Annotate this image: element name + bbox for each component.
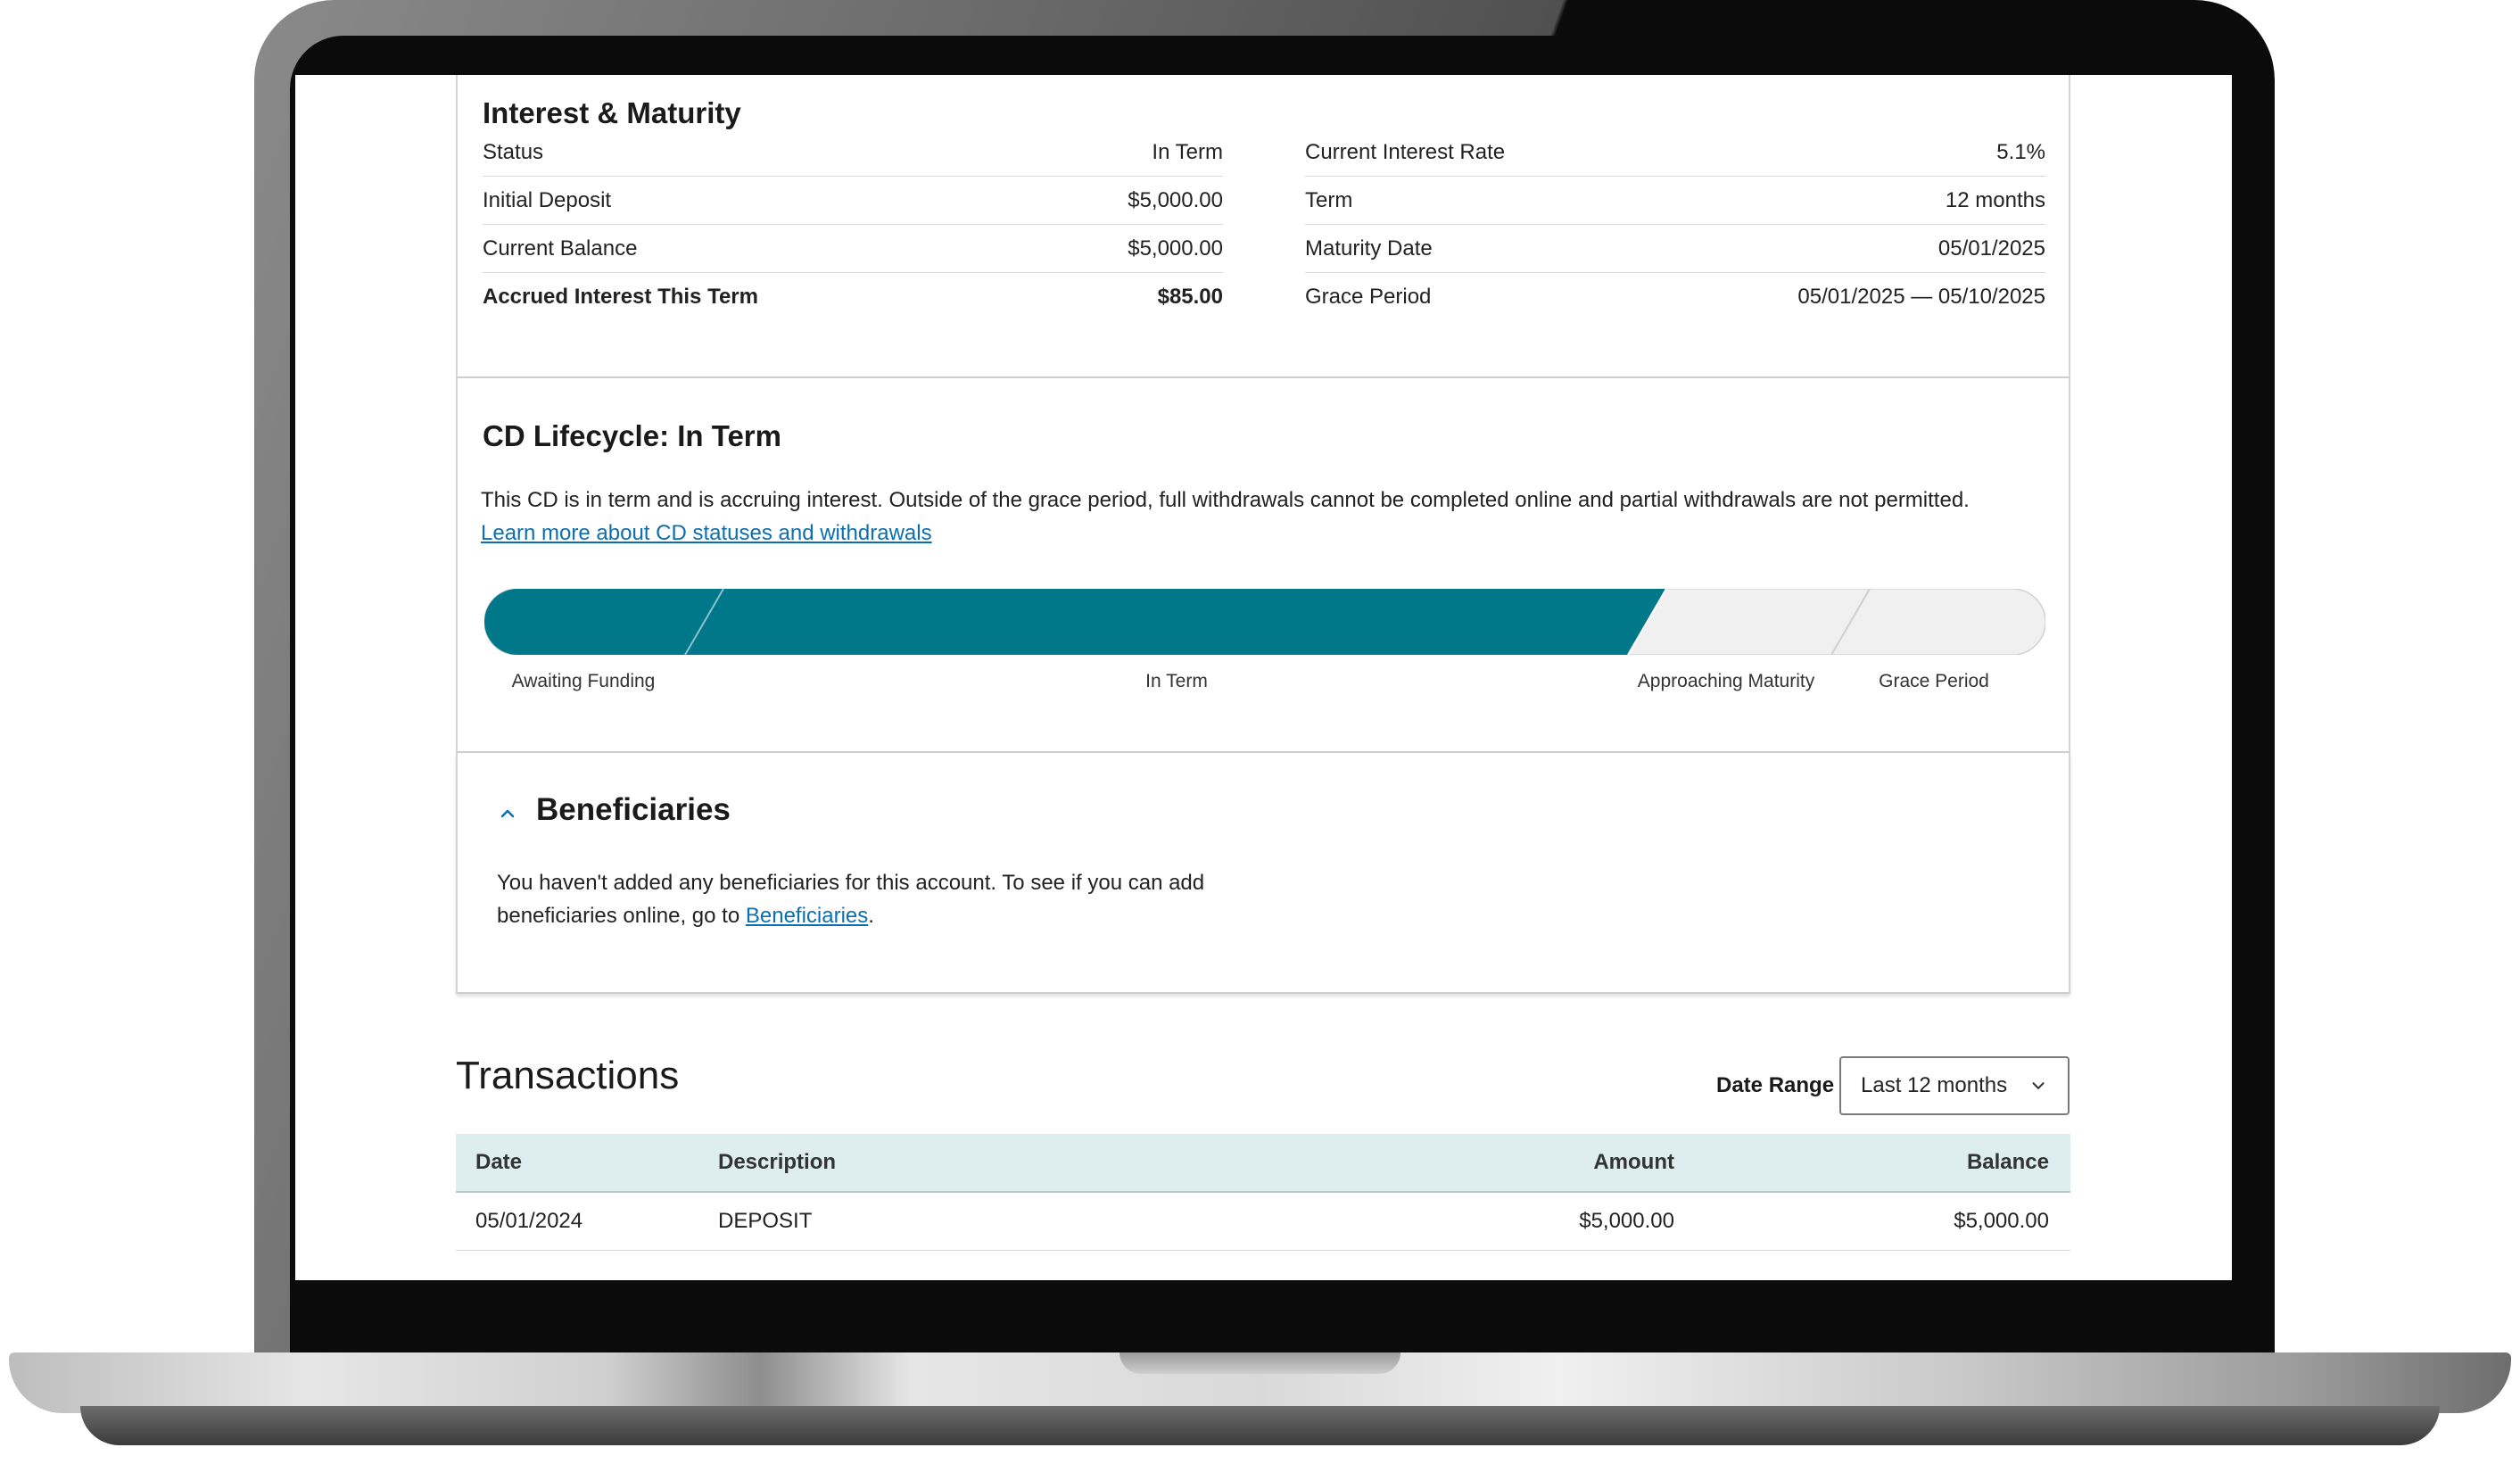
stage-label-awaiting-funding: Awaiting Funding — [511, 671, 656, 691]
stage-label-in-term: In Term — [1145, 671, 1208, 691]
kv-row-term: Term 12 months — [1305, 177, 2045, 225]
kv-value: $5,000.00 — [1128, 236, 1223, 261]
kv-row-interest-rate: Current Interest Rate 5.1% — [1305, 128, 2045, 177]
table-row[interactable]: 05/01/2024 DEPOSIT $5,000.00 $5,000.00 — [456, 1192, 2070, 1251]
kv-label: Current Interest Rate — [1305, 139, 1506, 164]
table-header-row: Date Description Amount Balance — [456, 1134, 2070, 1193]
kv-label: Status — [483, 139, 544, 164]
interest-right-column: Current Interest Rate 5.1% Term 12 month… — [1305, 128, 2045, 320]
kv-label: Term — [1305, 187, 1353, 212]
cd-lifecycle-title: CD Lifecycle: In Term — [483, 419, 781, 452]
kv-value: $85.00 — [1157, 284, 1223, 309]
kv-label: Current Balance — [483, 236, 638, 261]
kv-label: Maturity Date — [1305, 236, 1433, 261]
kv-row-maturity-date: Maturity Date 05/01/2025 — [1305, 225, 2045, 273]
cell-date: 05/01/2024 — [456, 1192, 717, 1251]
kv-value: $5,000.00 — [1128, 187, 1223, 212]
cd-statuses-link[interactable]: Learn more about CD statuses and withdra… — [481, 521, 932, 545]
beneficiaries-message: You haven't added any beneficiaries for … — [497, 866, 1300, 932]
laptop-base-bottom — [80, 1406, 2440, 1445]
cell-balance: $5,000.00 — [1675, 1192, 2070, 1251]
kv-value: 05/01/2025 — 05/10/2025 — [1797, 284, 2045, 309]
kv-value: 5.1% — [1996, 139, 2045, 164]
date-range-select[interactable]: Last 12 months — [1839, 1056, 2070, 1115]
kv-row-initial-deposit: Initial Deposit $5,000.00 — [483, 177, 1223, 225]
kv-value: 12 months — [1945, 187, 2045, 212]
date-range-value: Last 12 months — [1861, 1073, 2008, 1097]
kv-row-current-balance: Current Balance $5,000.00 — [483, 225, 1223, 273]
stage-label-approaching-maturity: Approaching Maturity — [1637, 671, 1815, 691]
cd-lifecycle-panel: CD Lifecycle: In Term This CD is in term… — [456, 378, 2070, 753]
interest-maturity-title: Interest & Maturity — [483, 96, 741, 129]
column-header-description[interactable]: Description — [717, 1134, 1272, 1193]
transactions-title: Transactions — [456, 1054, 680, 1097]
column-header-balance[interactable]: Balance — [1675, 1134, 2070, 1193]
kv-value: 05/01/2025 — [1938, 236, 2045, 261]
kv-value: In Term — [1152, 139, 1223, 164]
kv-row-grace-period: Grace Period 05/01/2025 — 05/10/2025 — [1305, 273, 2045, 320]
beneficiaries-link[interactable]: Beneficiaries — [746, 904, 868, 928]
beneficiaries-period: . — [868, 904, 874, 928]
chevron-up-icon[interactable] — [497, 803, 518, 824]
kv-row-status: Status In Term — [483, 128, 1223, 177]
kv-label: Grace Period — [1305, 284, 1432, 309]
cd-lifecycle-description: This CD is in term and is accruing inter… — [481, 484, 2051, 550]
cell-description: DEPOSIT — [717, 1192, 1272, 1251]
kv-label: Initial Deposit — [483, 187, 612, 212]
column-header-date[interactable]: Date — [456, 1134, 717, 1193]
kv-label: Accrued Interest This Term — [483, 284, 758, 309]
stage-label-grace-period: Grace Period — [1879, 671, 1989, 691]
transactions-table: Date Description Amount Balance 05/01/20… — [456, 1134, 2070, 1251]
chevron-down-icon — [2032, 1082, 2045, 1089]
beneficiaries-panel: Beneficiaries You haven't added any bene… — [456, 753, 2070, 994]
lifecycle-progress-bar — [484, 589, 2045, 655]
beneficiaries-title[interactable]: Beneficiaries — [536, 792, 731, 828]
interest-maturity-panel: Interest & Maturity Status In Term Initi… — [456, 75, 2070, 378]
cd-lifecycle-text: This CD is in term and is accruing inter… — [481, 488, 1970, 512]
column-header-amount[interactable]: Amount — [1272, 1134, 1675, 1193]
laptop-screen: Interest & Maturity Status In Term Initi… — [295, 75, 2232, 1280]
date-range-label: Date Range — [1716, 1073, 1835, 1097]
interest-left-column: Status In Term Initial Deposit $5,000.00… — [483, 128, 1223, 320]
laptop-notch — [1120, 1352, 1400, 1374]
progress-fill-active — [484, 589, 1666, 655]
kv-row-accrued-interest: Accrued Interest This Term $85.00 — [483, 273, 1223, 320]
cell-amount: $5,000.00 — [1272, 1192, 1675, 1251]
